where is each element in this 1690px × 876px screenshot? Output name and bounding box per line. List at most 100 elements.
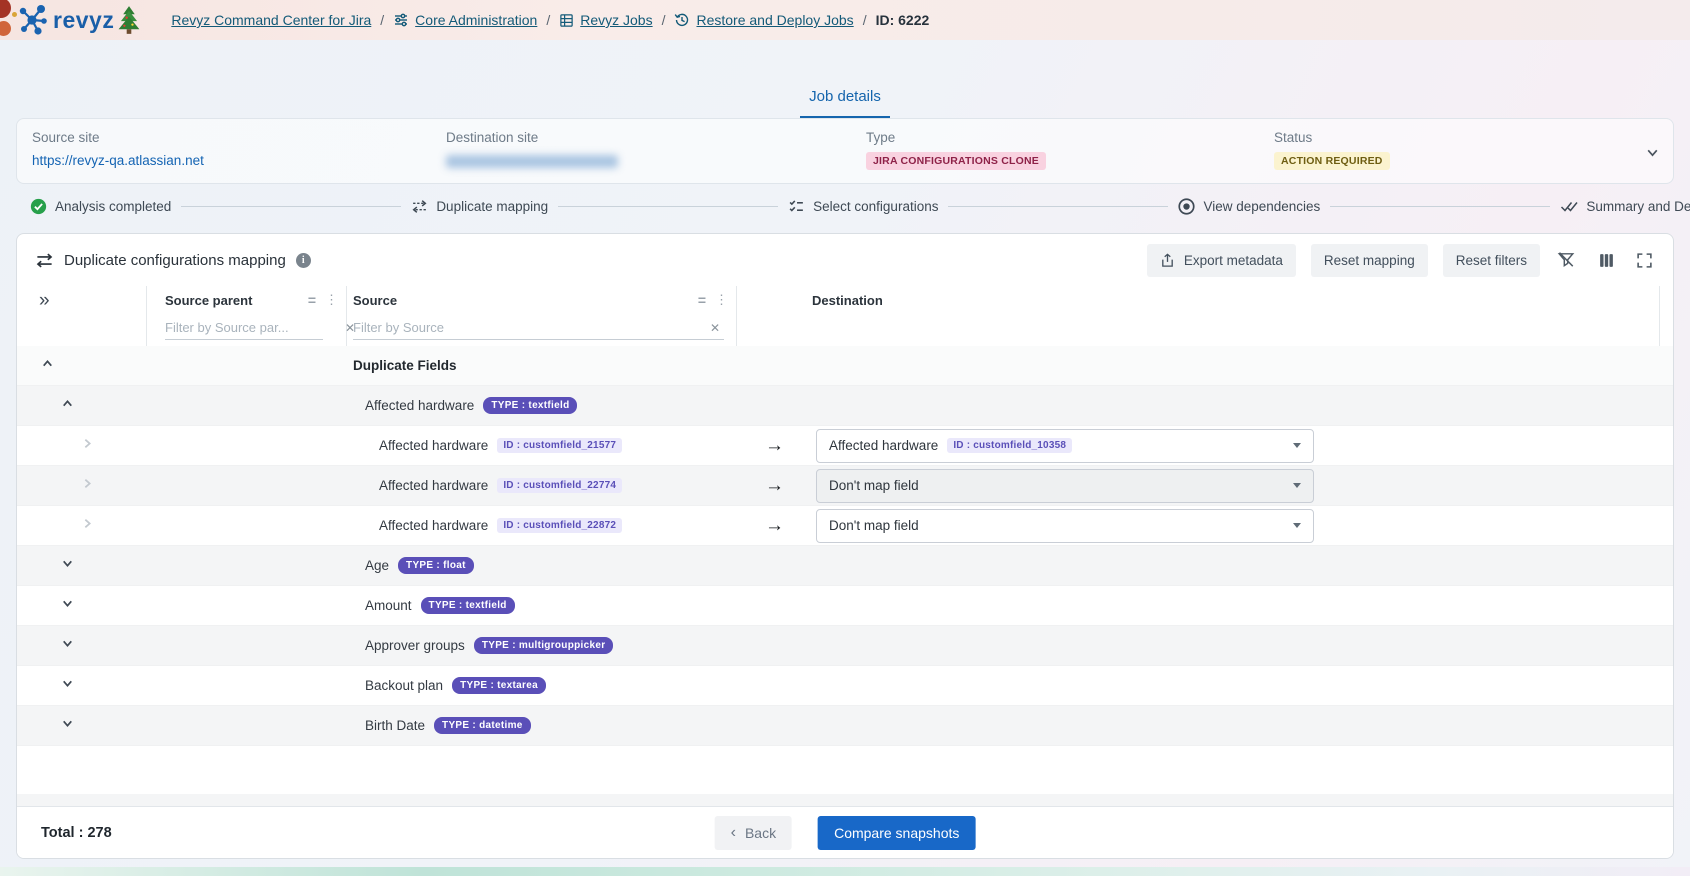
type-badge: TYPE : float <box>398 557 474 574</box>
table-row[interactable]: Backout plan TYPE : textarea <box>17 666 1673 706</box>
source-parent-filter-input[interactable] <box>165 320 341 335</box>
step-analysis-completed: Analysis completed <box>30 198 171 215</box>
row-chevron-icon[interactable] <box>61 637 74 650</box>
info-icon[interactable]: i <box>295 252 311 268</box>
compare-snapshots-button[interactable]: Compare snapshots <box>818 815 976 850</box>
clear-filter-icon[interactable]: ✕ <box>706 321 724 335</box>
destination-select[interactable]: Affected hardware ID : customfield_10358 <box>816 428 1314 463</box>
destination-value: Affected hardware <box>829 438 939 453</box>
expand-all-icon[interactable]: » <box>17 291 50 310</box>
fullscreen-icon[interactable] <box>1634 250 1655 271</box>
caret-down-icon <box>1293 443 1301 448</box>
source-site-section: Source site https://revyz-qa.atlassian.n… <box>32 130 446 183</box>
panel-toolbar: Duplicate configurations mapping i Expor… <box>17 234 1673 286</box>
row-chevron-icon <box>81 517 94 530</box>
source-filter-input[interactable] <box>353 320 706 335</box>
reset-filters-button[interactable]: Reset filters <box>1442 243 1540 277</box>
back-button[interactable]: ‹ Back <box>714 815 793 850</box>
destination-select[interactable]: Don't map field <box>816 508 1314 543</box>
table-row[interactable]: Age TYPE : float <box>17 546 1673 586</box>
row-chevron-icon[interactable] <box>61 717 74 730</box>
panel-footer: Total : 278 ‹ Back Compare snapshots <box>17 806 1673 858</box>
duplicate-mapping-panel: Duplicate configurations mapping i Expor… <box>16 233 1674 859</box>
ornament-decoration <box>0 21 11 36</box>
table-row[interactable]: Affected hardware TYPE : textfield <box>17 386 1673 426</box>
eye-icon <box>1178 198 1196 215</box>
row-label: Amount <box>365 598 412 613</box>
step-connector <box>948 206 1169 207</box>
status-label: Status <box>1274 130 1313 145</box>
christmas-tree-icon <box>117 5 141 35</box>
table-body: Duplicate Fields Affected hardware TYPE … <box>17 346 1673 806</box>
export-metadata-button[interactable]: Export metadata <box>1146 243 1296 277</box>
row-label: Affected hardware <box>365 398 475 413</box>
column-header-source-parent[interactable]: Source parent <box>165 293 252 308</box>
reset-mapping-button[interactable]: Reset mapping <box>1310 243 1428 277</box>
breadcrumb-item-restore-deploy[interactable]: Restore and Deploy Jobs <box>674 12 854 28</box>
columns-icon[interactable] <box>1596 250 1617 271</box>
row-chevron-icon[interactable] <box>61 557 74 570</box>
row-label: Age <box>365 558 390 573</box>
export-icon <box>1160 253 1175 268</box>
source-site-label: Source site <box>32 130 100 145</box>
destination-select[interactable]: Don't map field <box>816 468 1314 503</box>
column-more-icon[interactable]: ⋮ <box>325 292 338 308</box>
row-chevron-icon[interactable] <box>41 357 54 370</box>
app-header: revyz Revyz Command Center for Jira / Co… <box>0 0 1690 40</box>
row-label: Affected hardware <box>379 518 489 533</box>
row-label: Birth Date <box>365 718 426 733</box>
tab-job-details[interactable]: Job details <box>800 86 890 118</box>
type-badge: TYPE : textfield <box>420 597 515 614</box>
type-badge: TYPE : datetime <box>434 717 531 734</box>
back-chevron-icon: ‹ <box>730 823 736 841</box>
breadcrumb-item-command-center[interactable]: Revyz Command Center for Jira <box>171 12 371 28</box>
table-row[interactable]: Amount TYPE : textfield <box>17 586 1673 626</box>
destination-site-section: Destination site <box>446 130 866 183</box>
type-section: Type JIRA CONFIGURATIONS CLONE <box>866 130 1274 183</box>
type-badge: TYPE : textfield <box>483 397 578 414</box>
table-filter-row: ✕ ✕ <box>17 314 1673 346</box>
id-badge: ID : customfield_21577 <box>497 438 623 453</box>
source-site-value[interactable]: https://revyz-qa.atlassian.net <box>32 153 446 168</box>
row-chevron-icon[interactable] <box>61 397 74 410</box>
row-chevron-icon[interactable] <box>61 677 74 690</box>
clear-filters-icon[interactable] <box>1555 249 1577 271</box>
breadcrumb-item-core-administration[interactable]: Core Administration <box>393 12 537 28</box>
ornament-decoration <box>12 12 17 17</box>
table-header: » Source parent = ⋮ Source = ⋮ Destinati… <box>17 286 1673 314</box>
panel-title-text: Duplicate configurations mapping <box>64 251 286 269</box>
row-chevron-icon[interactable] <box>61 597 74 610</box>
revyz-logo[interactable]: revyz <box>18 4 141 36</box>
tab-bar: Job details <box>0 86 1690 118</box>
collapse-chevron-icon[interactable] <box>1645 145 1660 160</box>
destination-site-redacted-value <box>446 155 618 168</box>
column-menu-icon[interactable]: = <box>698 292 706 308</box>
table-row[interactable]: Approver groups TYPE : multigrouppicker <box>17 626 1673 666</box>
table-row[interactable]: Duplicate Fields <box>17 346 1673 386</box>
row-label: Backout plan <box>365 678 444 693</box>
column-more-icon[interactable]: ⋮ <box>715 292 728 308</box>
type-label: Type <box>866 130 896 145</box>
status-badge: ACTION REQUIRED <box>1274 152 1390 170</box>
logo-text: revyz <box>53 6 115 33</box>
caret-down-icon <box>1293 483 1301 488</box>
type-badge: TYPE : multigrouppicker <box>473 637 614 654</box>
column-header-source[interactable]: Source <box>353 293 397 308</box>
destination-value: Don't map field <box>829 478 919 493</box>
row-label: Approver groups <box>365 638 465 653</box>
row-chevron-icon <box>81 437 94 450</box>
jobs-list-icon <box>559 13 574 28</box>
checklist-icon <box>788 198 805 215</box>
breadcrumb-item-revyz-jobs[interactable]: Revyz Jobs <box>559 12 653 28</box>
map-arrow-icon: → <box>765 435 784 456</box>
row-label: Affected hardware <box>379 478 489 493</box>
status-section: Status ACTION REQUIRED <box>1274 130 1657 183</box>
step-connector <box>1330 206 1551 207</box>
destination-id-badge: ID : customfield_10358 <box>947 438 1073 453</box>
column-header-destination[interactable]: Destination <box>812 293 883 308</box>
column-menu-icon[interactable]: = <box>308 292 316 308</box>
page-bottom-decoration <box>0 867 1690 876</box>
progress-stepper: Analysis completed Duplicate mapping Sel… <box>30 198 1690 215</box>
breadcrumb-separator: / <box>546 12 551 28</box>
table-row[interactable]: Birth Date TYPE : datetime <box>17 706 1673 746</box>
